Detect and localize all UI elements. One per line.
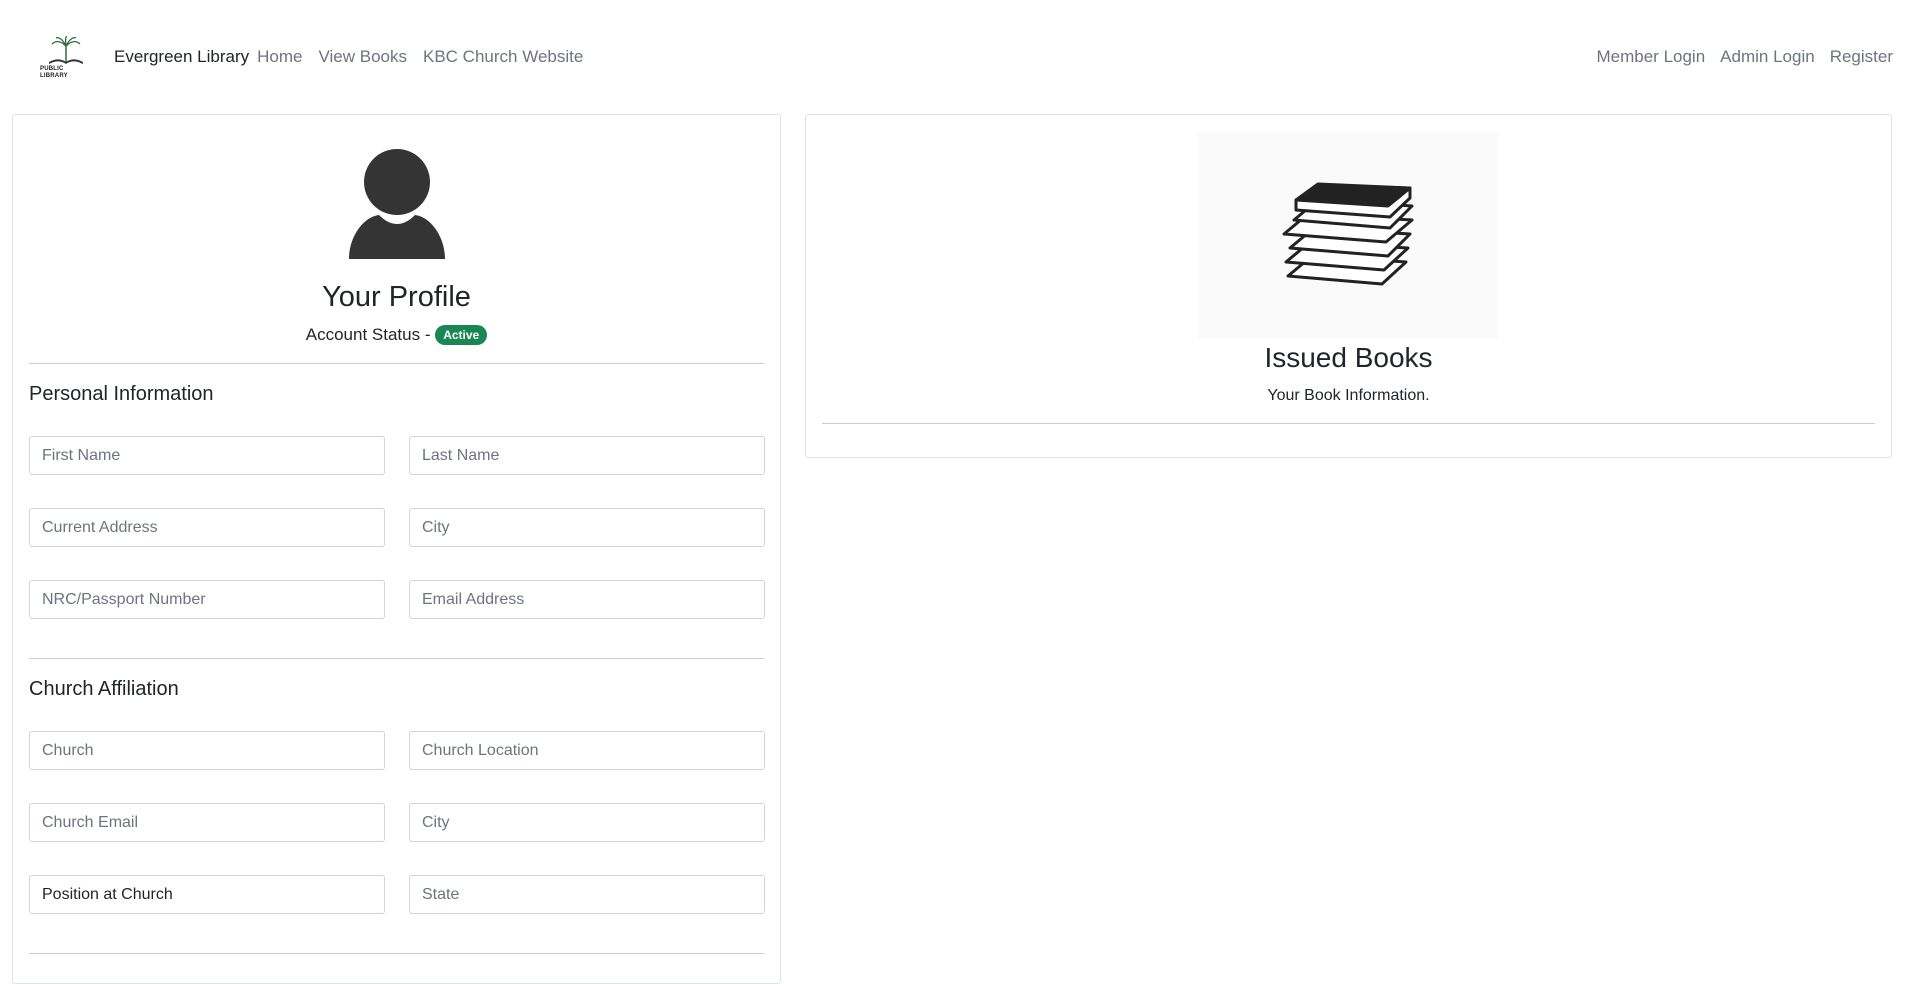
nav-view-books[interactable]: View Books: [318, 47, 407, 67]
nav-church-website[interactable]: KBC Church Website: [423, 47, 583, 67]
logo-caption: PUBLIC LIBRARY: [40, 66, 68, 79]
nav-right-group: Member Login Admin Login Register: [1582, 47, 1894, 67]
profile-card: Your Profile Account Status - Active Per…: [12, 114, 781, 984]
top-navbar: PUBLIC LIBRARY Evergreen Library Home Vi…: [0, 0, 1905, 114]
status-badge: Active: [435, 325, 488, 345]
book-stack-icon: [1282, 182, 1414, 286]
profile-divider: [29, 363, 764, 364]
books-image: [1198, 132, 1498, 338]
nav-register[interactable]: Register: [1830, 47, 1893, 67]
profile-title: Your Profile: [322, 281, 471, 313]
church-state-field[interactable]: [409, 875, 765, 914]
church-section-divider: [29, 953, 764, 954]
email-address-field[interactable]: [409, 580, 765, 619]
nav-member-login[interactable]: Member Login: [1597, 47, 1706, 67]
user-silhouette-icon: [348, 149, 445, 259]
avatar: [13, 149, 780, 259]
nav-admin-login[interactable]: Admin Login: [1720, 47, 1815, 67]
books-divider: [822, 423, 1875, 424]
church-field[interactable]: [29, 731, 385, 770]
issued-books-title: Issued Books: [1264, 342, 1433, 373]
city-field[interactable]: [409, 508, 765, 547]
church-city-field[interactable]: [409, 803, 765, 842]
nav-home[interactable]: Home: [257, 47, 302, 67]
account-status: Account Status - Active: [13, 325, 780, 345]
current-address-field[interactable]: [29, 508, 385, 547]
library-logo[interactable]: PUBLIC LIBRARY: [40, 34, 92, 80]
account-status-label: Account Status -: [305, 325, 436, 344]
first-name-field[interactable]: [29, 436, 385, 475]
brand-name[interactable]: Evergreen Library: [114, 47, 249, 67]
church-position-field[interactable]: [29, 875, 385, 914]
church-email-field[interactable]: [29, 803, 385, 842]
personal-info-heading: Personal Information: [29, 383, 214, 405]
last-name-field[interactable]: [409, 436, 765, 475]
nrc-passport-field[interactable]: [29, 580, 385, 619]
church-location-field[interactable]: [409, 731, 765, 770]
issued-books-subtitle: Your Book Information.: [1267, 387, 1430, 404]
palm-book-icon: [49, 36, 83, 64]
church-affiliation-heading: Church Affiliation: [29, 678, 179, 700]
personal-section-divider: [29, 658, 764, 659]
issued-books-card: Issued Books Your Book Information.: [805, 114, 1892, 458]
